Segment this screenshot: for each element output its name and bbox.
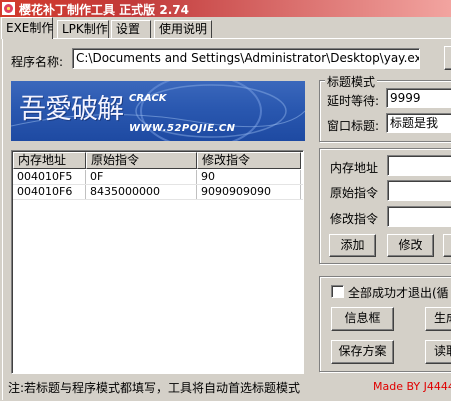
window-title-input[interactable]: 标题是我 bbox=[386, 113, 451, 133]
tab-lpk[interactable]: LPK制作 bbox=[57, 20, 109, 39]
tab-exe[interactable]: EXE制作 bbox=[1, 17, 53, 39]
table-cell[interactable]: 8435000000 bbox=[86, 185, 197, 199]
table-cell[interactable]: 004010F5 bbox=[13, 170, 86, 184]
tab-strip: EXE制作 LPK制作 设置 使用说明 bbox=[0, 17, 451, 39]
table-cell[interactable]: 004010F6 bbox=[13, 185, 86, 199]
info-box-button[interactable]: 信息框 bbox=[331, 307, 394, 331]
column-header-original[interactable]: 原始指令 bbox=[86, 152, 197, 169]
banner-image: 吾愛破解 CRACK WWW.52POJIE.CN bbox=[11, 81, 305, 141]
program-path-input[interactable]: C:\Documents and Settings\Administrator\… bbox=[72, 48, 420, 69]
tab-help[interactable]: 使用说明 bbox=[154, 20, 212, 39]
window-title-label: 窗口标题: bbox=[327, 119, 380, 133]
browse-button[interactable] bbox=[444, 46, 451, 70]
patch-table[interactable]: 内存地址 原始指令 修改指令 004010F5 0F 90 004010F6 8… bbox=[11, 150, 304, 374]
delete-button[interactable] bbox=[443, 234, 451, 257]
modified-input[interactable] bbox=[387, 206, 451, 227]
title-mode-group-label: 标题模式 bbox=[325, 73, 378, 90]
modified-label: 修改指令 bbox=[330, 212, 379, 226]
original-input[interactable] bbox=[387, 180, 451, 201]
banner-crack-text: CRACK bbox=[129, 93, 167, 104]
address-label: 内存地址 bbox=[330, 161, 379, 175]
column-header-address[interactable]: 内存地址 bbox=[13, 152, 86, 169]
delay-input[interactable]: 9999 bbox=[386, 88, 451, 108]
row-divider bbox=[13, 199, 303, 200]
save-scheme-button[interactable]: 保存方案 bbox=[331, 340, 394, 364]
add-button[interactable]: 添加 bbox=[329, 234, 376, 257]
cherry-blossom-icon bbox=[2, 2, 15, 15]
original-label: 原始指令 bbox=[330, 186, 379, 200]
status-note: 注:若标题与程序模式都填写，工具将自动首选标题模式 bbox=[8, 381, 301, 395]
program-name-label: 程序名称: bbox=[11, 55, 64, 69]
table-cell[interactable]: 0F bbox=[86, 170, 197, 184]
banner-site-text: WWW.52POJIE.CN bbox=[129, 123, 236, 134]
title-bar[interactable]: 樱花补丁制作工具 正式版 2.74 bbox=[0, 0, 451, 17]
table-cell[interactable]: 9090909090 bbox=[197, 185, 301, 199]
column-header-modified[interactable]: 修改指令 bbox=[197, 152, 301, 169]
address-input[interactable] bbox=[387, 155, 451, 176]
table-cell[interactable]: 90 bbox=[197, 170, 301, 184]
exit-on-success-label: 全部成功才退出(循 bbox=[348, 286, 449, 300]
generate-button[interactable]: 生成 bbox=[425, 307, 451, 331]
tab-settings[interactable]: 设置 bbox=[111, 20, 151, 39]
delay-label: 延时等待: bbox=[327, 94, 380, 108]
read-button[interactable]: 读取 bbox=[425, 340, 451, 364]
credit-text: Made BY J4444 bbox=[373, 380, 451, 393]
exit-on-success-checkbox[interactable] bbox=[331, 285, 344, 298]
banner-logo-text: 吾愛破解 bbox=[19, 94, 124, 125]
window-title: 樱花补丁制作工具 正式版 2.74 bbox=[19, 3, 189, 17]
edit-button[interactable]: 修改 bbox=[387, 234, 434, 257]
